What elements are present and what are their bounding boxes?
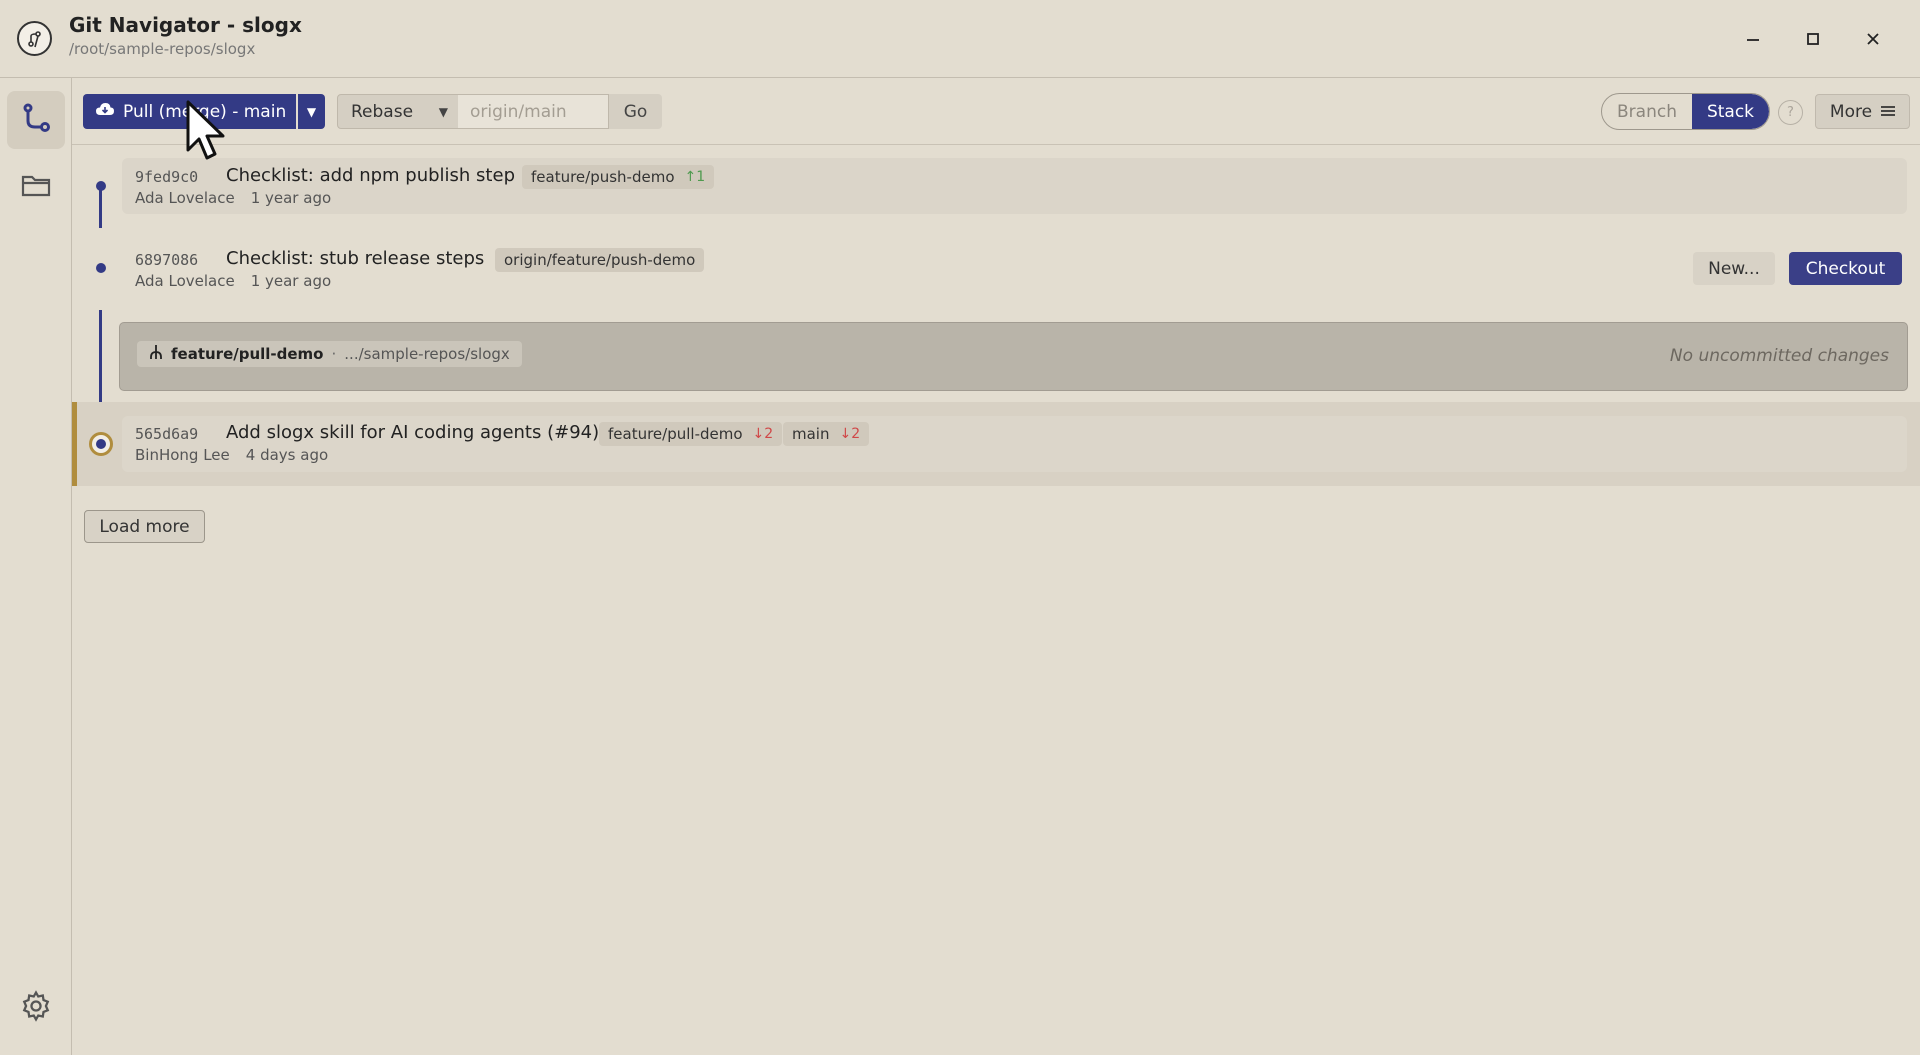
- git-graph-nav-button[interactable]: [7, 91, 65, 149]
- graph-edge: [99, 310, 102, 402]
- pull-mode-value: Rebase: [351, 101, 414, 122]
- more-menu-button[interactable]: More: [1815, 94, 1910, 129]
- commit-node: [96, 263, 106, 273]
- title-bar: Git Navigator - slogx /root/sample-repos…: [0, 0, 1920, 78]
- minimize-icon[interactable]: [1737, 23, 1769, 55]
- hamburger-icon: [1881, 102, 1896, 122]
- more-button-label: More: [1829, 101, 1873, 122]
- head-indicator: [72, 402, 77, 486]
- behind-count: ↓2: [839, 426, 861, 442]
- pull-mode-select[interactable]: Rebase ▼: [337, 94, 459, 129]
- help-icon[interactable]: ?: [1778, 100, 1803, 125]
- new-branch-button[interactable]: New...: [1693, 252, 1775, 285]
- graph-edge: [99, 186, 102, 228]
- gear-icon: [19, 989, 53, 1027]
- settings-button[interactable]: [7, 979, 65, 1037]
- behind-count: ↓2: [752, 426, 774, 442]
- worktree-chip: feature/pull-demo · .../sample-repos/slo…: [137, 341, 522, 367]
- commit-time: 1 year ago: [250, 189, 332, 207]
- mouse-cursor-icon: [186, 100, 230, 166]
- worktree-icon: [149, 344, 163, 364]
- app-logo-icon: [17, 21, 52, 56]
- branch-tag-name: origin/feature/push-demo: [504, 251, 696, 269]
- stack-view-button[interactable]: Stack: [1692, 94, 1769, 129]
- files-nav-button[interactable]: [7, 158, 65, 216]
- commit-meta: BinHong Lee 4 days ago: [135, 446, 328, 464]
- checkout-button[interactable]: Checkout: [1789, 252, 1902, 285]
- view-mode-toggle: Branch Stack: [1601, 93, 1770, 130]
- window-title: Git Navigator - slogx: [69, 13, 302, 37]
- branch-view-button[interactable]: Branch: [1602, 94, 1692, 129]
- commit-time: 4 days ago: [245, 446, 329, 464]
- branch-tag[interactable]: main ↓2: [783, 422, 870, 446]
- commit-row[interactable]: 9fed9c0 Checklist: add npm publish step …: [122, 158, 1907, 214]
- go-button[interactable]: Go: [609, 94, 662, 129]
- cloud-download-icon: [95, 101, 115, 122]
- target-branch-input[interactable]: [458, 94, 609, 129]
- commit-hash: 9fed9c0: [135, 168, 199, 186]
- worktree-separator: ·: [331, 345, 337, 363]
- branch-tag-name: feature/push-demo: [531, 168, 675, 186]
- maximize-icon[interactable]: [1797, 23, 1829, 55]
- worktree-branch: feature/pull-demo: [171, 345, 324, 363]
- commit-meta: Ada Lovelace 1 year ago: [135, 272, 331, 290]
- chevron-down-icon: ▼: [438, 104, 448, 119]
- repo-path: /root/sample-repos/slogx: [69, 40, 256, 58]
- branch-tag[interactable]: feature/pull-demo ↓2: [599, 422, 783, 446]
- worktree-card[interactable]: feature/pull-demo · .../sample-repos/slo…: [119, 322, 1908, 391]
- close-icon[interactable]: [1857, 23, 1889, 55]
- ahead-count: ↑1: [684, 169, 706, 185]
- branch-tag[interactable]: origin/feature/push-demo: [495, 248, 705, 272]
- pull-options-dropdown[interactable]: ▼: [298, 94, 325, 129]
- commit-message: Checklist: add npm publish step: [226, 165, 515, 186]
- commit-author: BinHong Lee: [135, 446, 230, 464]
- toolbar: Pull (merge) - main ▼ Rebase ▼ Go Branch…: [72, 78, 1920, 145]
- commit-row[interactable]: 6897086 Checklist: stub release steps or…: [122, 241, 1907, 297]
- commit-node: [96, 181, 106, 191]
- commit-hash: 6897086: [135, 251, 199, 269]
- load-more-button[interactable]: Load more: [84, 510, 205, 543]
- commit-row[interactable]: 565d6a9 Add slogx skill for AI coding ag…: [122, 416, 1907, 472]
- git-branch-icon: [19, 101, 53, 139]
- commit-hash: 565d6a9: [135, 425, 199, 443]
- branch-tag[interactable]: feature/push-demo ↑1: [522, 165, 715, 189]
- commit-author: Ada Lovelace: [135, 272, 235, 290]
- commit-meta: Ada Lovelace 1 year ago: [135, 189, 331, 207]
- branch-tag-name: feature/pull-demo: [608, 425, 743, 443]
- commit-author: Ada Lovelace: [135, 189, 235, 207]
- commit-message: Add slogx skill for AI coding agents (#9…: [226, 422, 600, 443]
- worktree-status: No uncommitted changes: [1669, 346, 1889, 366]
- head-commit-node: [89, 432, 113, 456]
- worktree-path: .../sample-repos/slogx: [344, 345, 510, 363]
- commit-time: 1 year ago: [250, 272, 332, 290]
- commit-message: Checklist: stub release steps: [226, 248, 485, 269]
- branch-tag-name: main: [792, 425, 830, 443]
- folder-icon: [20, 171, 52, 203]
- sidebar: [0, 78, 72, 1055]
